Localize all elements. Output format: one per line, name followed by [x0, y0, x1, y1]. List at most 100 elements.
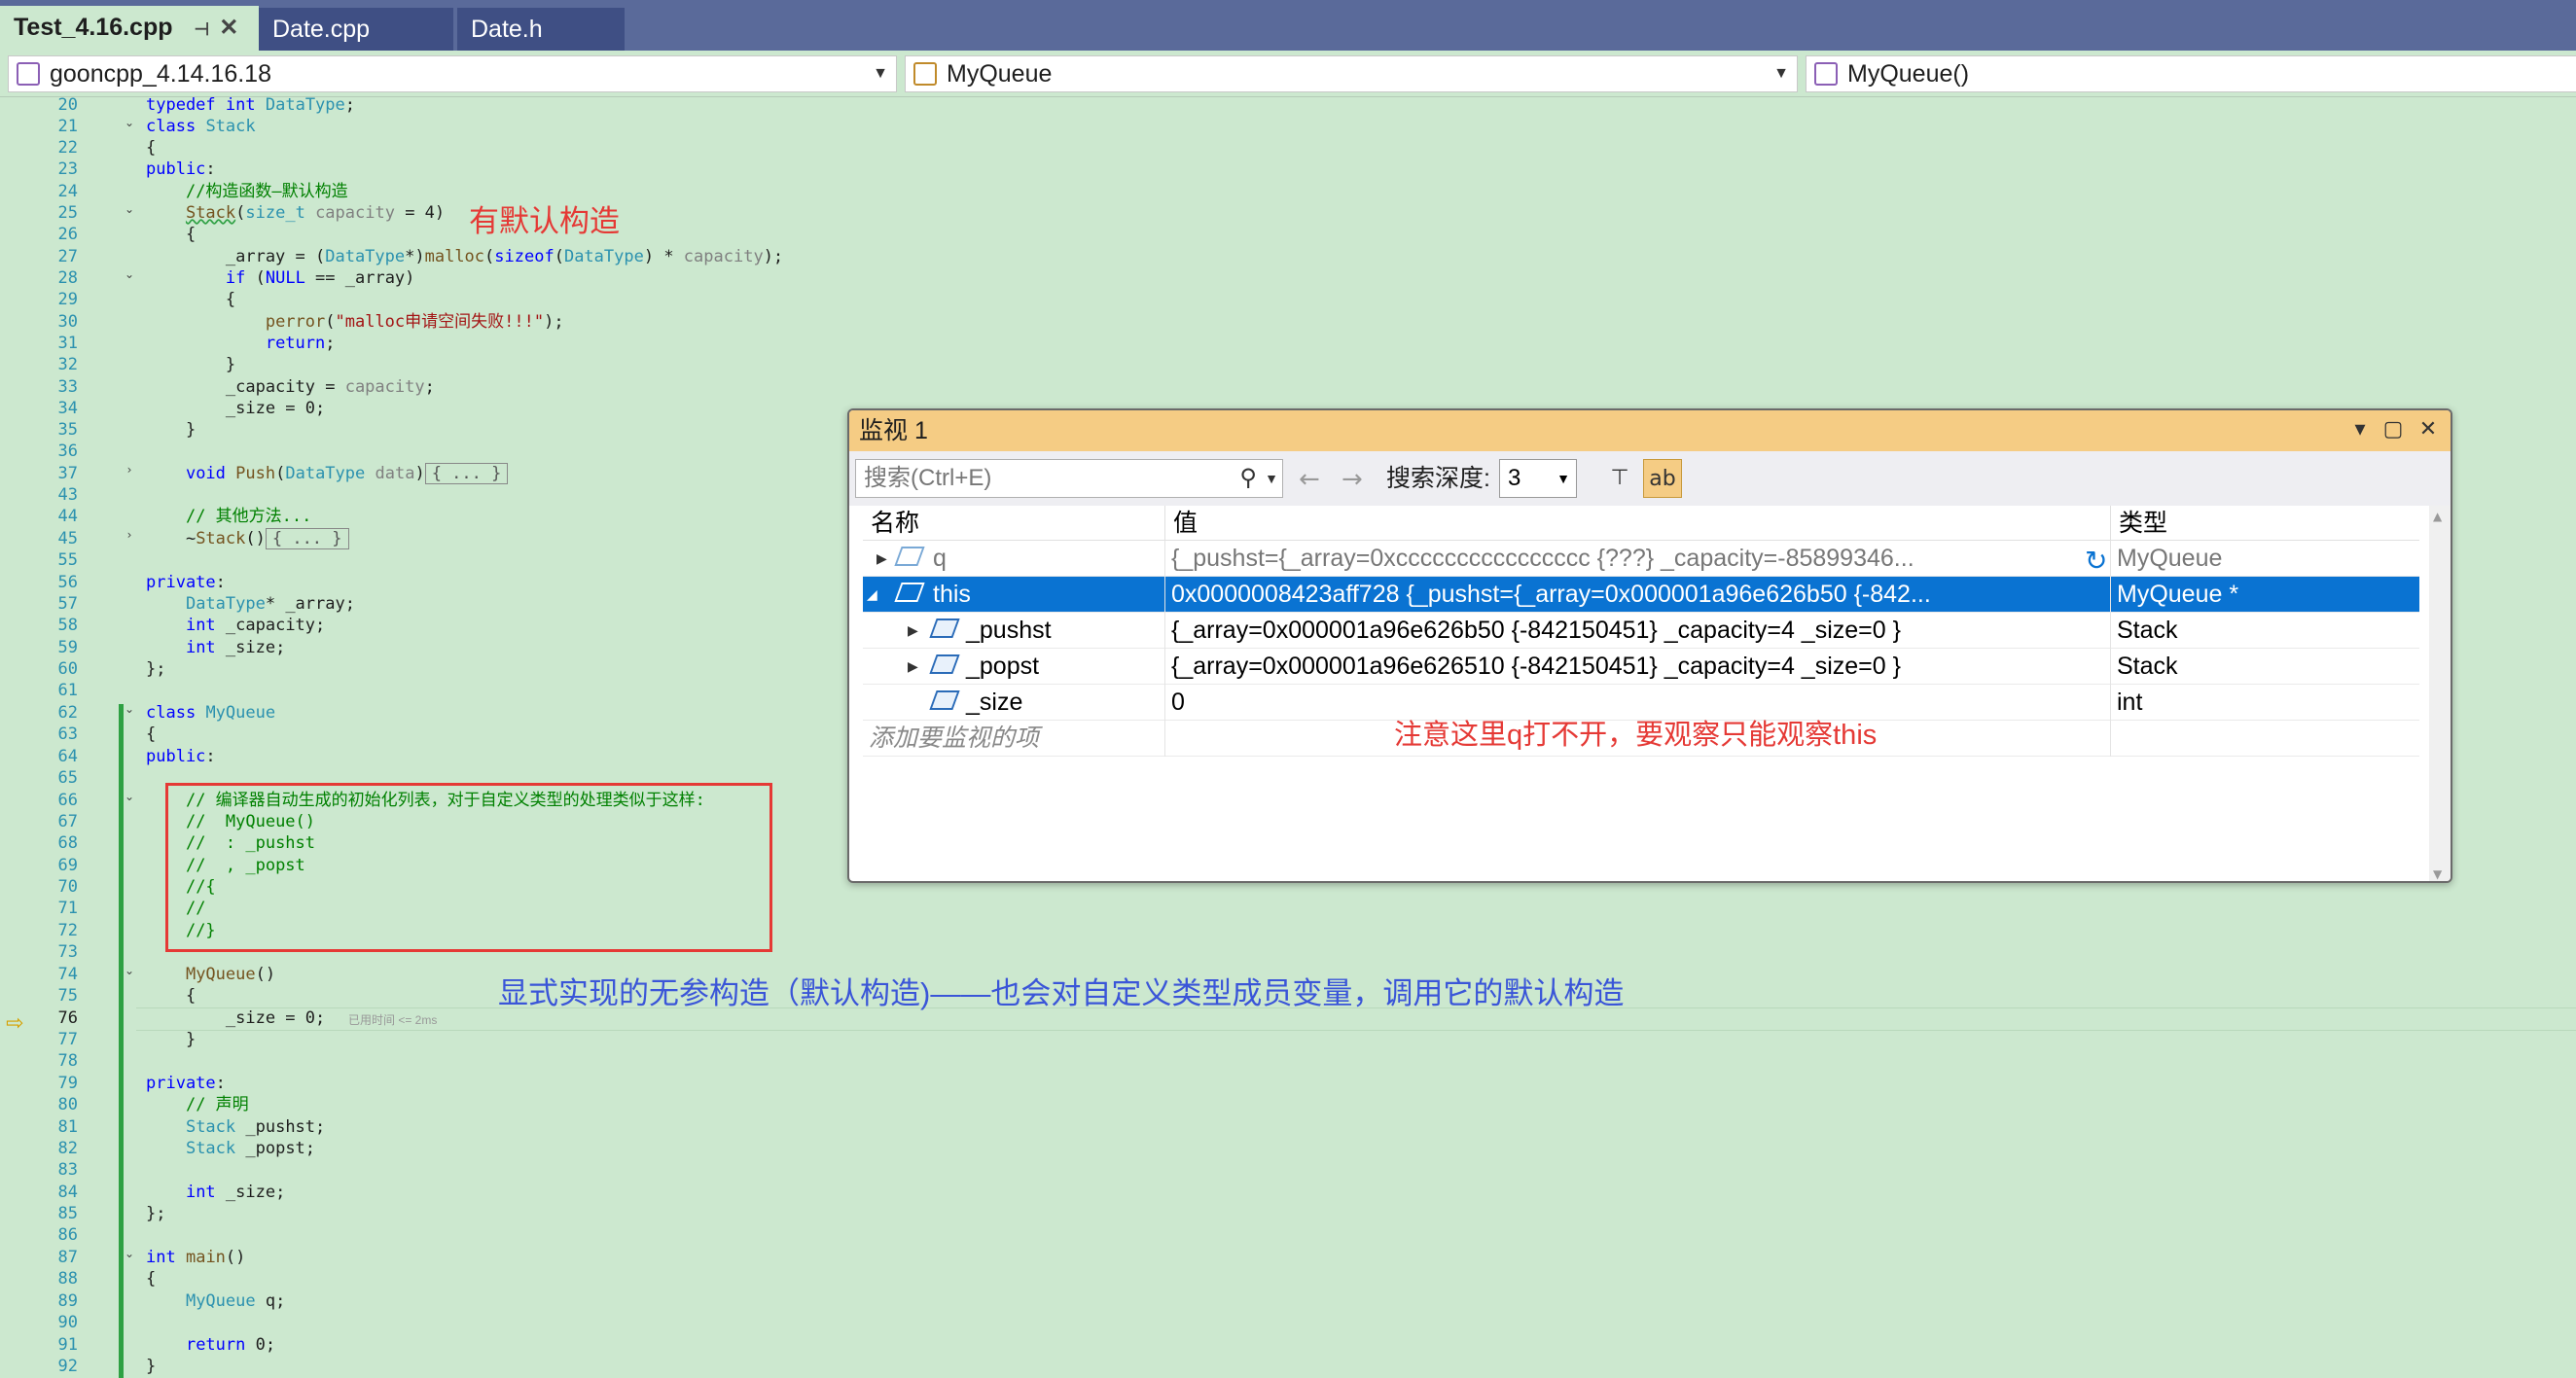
scroll-up-icon[interactable]: ▲ — [2433, 510, 2442, 523]
current-statement-arrow-icon: ⇨ — [6, 1011, 24, 1036]
column-value[interactable]: 值 — [1164, 506, 1198, 541]
tab-test-4-16-cpp[interactable]: Test_4.16.cpp ⊣ ✕ — [0, 6, 259, 51]
perf-tip: 已用时间 <= 2ms — [348, 1013, 438, 1027]
watch-type: MyQueue * — [2110, 577, 2419, 613]
watch-type: Stack — [2110, 649, 2419, 685]
watch-grid: 名称 值 类型 ▶ q {_pushst={_array=0xccccccccc… — [863, 506, 2419, 881]
line-number: 35 — [57, 420, 78, 440]
annotation-explicit-ctor: 显式实现的无参构造（默认构造)——也会对自定义类型成员变量，调用它的默认构造 — [498, 976, 1625, 1010]
line-number: 31 — [57, 334, 78, 353]
expand-icon[interactable]: ▶ — [908, 613, 918, 649]
watch-row-this[interactable]: ◢ this 0x0000008423aff728 {_pushst={_arr… — [863, 577, 2419, 613]
chevron-down-icon[interactable]: ▼ — [1265, 460, 1278, 497]
watch-row-pushst[interactable]: ▶ _pushst {_array=0x000001a96e626b50 {-8… — [863, 613, 2419, 649]
watch-window[interactable]: 监视 1 ▾ ▢ ✕ 搜索(Ctrl+E) ⚲ ▼ ← → 搜索深度: 3 ▼ … — [847, 408, 2452, 883]
line-number: 75 — [57, 986, 78, 1006]
line-number: 36 — [57, 442, 78, 461]
line-number: 37 — [57, 464, 78, 483]
back-arrow-icon[interactable]: ← — [1299, 465, 1320, 494]
watch-value: 0x0000008423aff728 {_pushst={_array=0x00… — [1164, 577, 2110, 613]
member-dropdown[interactable]: MyQueue() — [1806, 55, 2576, 92]
line-number: 67 — [57, 812, 78, 831]
watch-row-q[interactable]: ▶ q {_pushst={_array=0xcccccccccccccccc … — [863, 541, 2419, 577]
collapse-region-icon[interactable]: ⌄ — [121, 116, 138, 129]
expand-region-icon[interactable]: › — [121, 463, 138, 477]
add-watch-label: 添加要监视的项 — [869, 724, 1040, 752]
search-depth-select[interactable]: 3 ▼ — [1499, 459, 1577, 498]
line-number: 29 — [57, 290, 78, 309]
watch-title: 监视 1 — [859, 417, 928, 444]
hex-display-icon[interactable]: ab — [1643, 459, 1682, 498]
line-number: 23 — [57, 159, 78, 179]
watch-search-input[interactable]: 搜索(Ctrl+E) ⚲ ▼ — [855, 459, 1283, 498]
collapsed-region[interactable]: { ... } — [265, 528, 349, 549]
tab-date-h[interactable]: Date.h — [457, 8, 625, 51]
scope-dropdown[interactable]: MyQueue ▼ — [905, 55, 1798, 92]
watch-row-popst[interactable]: ▶ _popst {_array=0x000001a96e626510 {-84… — [863, 649, 2419, 685]
forward-arrow-icon[interactable]: → — [1342, 465, 1363, 494]
column-name[interactable]: 名称 — [863, 506, 919, 541]
close-icon[interactable]: ✕ — [2414, 414, 2443, 445]
dropdown-icon[interactable]: ▾ — [2345, 414, 2375, 445]
collapse-region-icon[interactable]: ⌄ — [121, 1247, 138, 1260]
search-depth-value: 3 — [1508, 465, 1521, 491]
line-number: 33 — [57, 377, 78, 397]
method-icon — [1814, 62, 1838, 86]
line-number: 68 — [57, 833, 78, 853]
line-number: 64 — [57, 747, 78, 766]
line-number: 82 — [57, 1139, 78, 1158]
watch-type: MyQueue — [2110, 541, 2419, 577]
scroll-down-icon[interactable]: ▼ — [2433, 867, 2442, 881]
watch-type: int — [2110, 685, 2419, 721]
chevron-down-icon: ▼ — [1556, 471, 1570, 486]
line-number: 78 — [57, 1051, 78, 1071]
collapse-region-icon[interactable]: ⌄ — [121, 790, 138, 803]
line-number: 69 — [57, 856, 78, 875]
collapse-region-icon[interactable]: ⌄ — [121, 267, 138, 281]
scope-label: MyQueue — [947, 60, 1053, 88]
line-number: 55 — [57, 550, 78, 570]
line-number: 21 — [57, 117, 78, 136]
line-number: 32 — [57, 355, 78, 374]
expand-icon[interactable]: ▶ — [908, 649, 918, 685]
line-number: 84 — [57, 1183, 78, 1202]
collapse-icon[interactable]: ◢ — [867, 577, 877, 613]
expand-icon[interactable]: ▶ — [877, 541, 887, 577]
collapse-region-icon[interactable]: ⌄ — [121, 702, 138, 716]
maximize-icon[interactable]: ▢ — [2379, 414, 2408, 445]
close-icon[interactable]: ✕ — [219, 15, 238, 41]
watch-title-bar[interactable]: 监视 1 — [849, 410, 2451, 451]
search-icon[interactable]: ⚲ — [1239, 460, 1257, 497]
tab-label: Date.h — [471, 16, 543, 43]
line-number: 20 — [57, 95, 78, 115]
pin-icon[interactable]: ⊣ — [195, 19, 210, 39]
project-label: gooncpp_4.14.16.18 — [50, 60, 271, 88]
line-number: 91 — [57, 1335, 78, 1355]
collapsed-region[interactable]: { ... } — [424, 463, 509, 484]
line-number: 66 — [57, 791, 78, 810]
line-number: 26 — [57, 225, 78, 244]
line-number: 45 — [57, 529, 78, 548]
tab-date-cpp[interactable]: Date.cpp — [259, 8, 453, 51]
line-number: 43 — [57, 485, 78, 505]
annotation-box — [165, 783, 772, 952]
line-number-gutter: 20 21 22 23 24 25 26 27 28 29 30 31 32 33 34 35 36 37 43 44… — [0, 95, 89, 1378]
watch-name: _pushst — [966, 617, 1052, 644]
watch-scrollbar[interactable]: ▲ ▼ — [2429, 506, 2451, 881]
pin-icon[interactable]: ⊤ — [1600, 459, 1639, 498]
expand-region-icon[interactable]: › — [121, 528, 138, 542]
collapse-region-icon[interactable]: ⌄ — [121, 964, 138, 977]
watch-name: q — [933, 545, 947, 572]
variable-icon — [894, 577, 927, 613]
line-number: 73 — [57, 942, 78, 962]
collapse-region-icon[interactable]: ⌄ — [121, 202, 138, 216]
column-type[interactable]: 类型 — [2110, 506, 2167, 541]
change-indicator — [119, 704, 124, 1378]
private-member-icon — [929, 613, 962, 649]
line-number: 89 — [57, 1291, 78, 1311]
search-depth-label: 搜索深度: — [1386, 465, 1490, 492]
project-dropdown[interactable]: gooncpp_4.14.16.18 ▼ — [8, 55, 897, 92]
watch-name: this — [933, 581, 971, 608]
line-number: 80 — [57, 1095, 78, 1114]
watch-header: 名称 值 类型 — [863, 506, 2419, 541]
